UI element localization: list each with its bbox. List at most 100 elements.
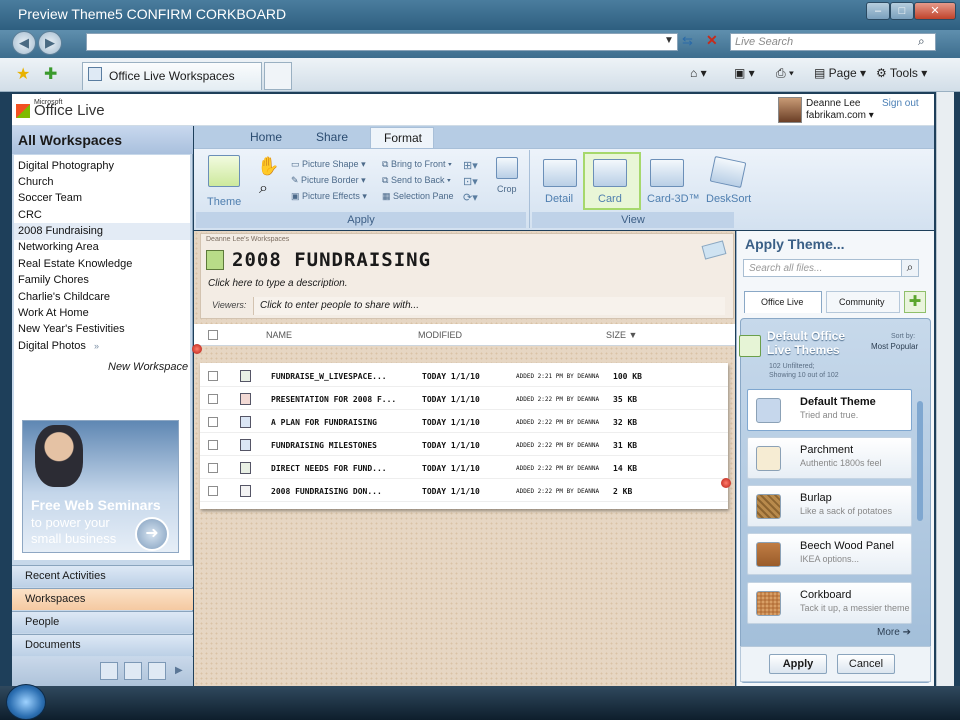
send-to-back-button[interactable]: ⧉ Send to Back ▾ [382,175,451,186]
workspace-item[interactable]: Real Estate Knowledge [18,258,132,270]
align-icon[interactable]: ⊞▾ [463,159,478,172]
theme-item[interactable]: Burlap Like a sack of potatoes [747,485,912,527]
file-name[interactable]: FUNDRAISING MILESTONES [271,441,377,450]
picture-border-button[interactable]: ✎ Picture Border ▾ [291,175,366,186]
column-name[interactable]: NAME [266,330,292,340]
close-window-button[interactable]: ✕ [914,2,956,20]
workspace-item[interactable]: Networking Area [18,241,99,253]
workspace-item[interactable]: Work At Home [18,307,89,319]
zoom-icon[interactable]: ⌕ [259,180,268,198]
file-checkbox[interactable] [208,371,218,381]
tools-menu[interactable]: ⚙ Tools ▾ [876,66,927,80]
theme-item[interactable]: Beech Wood Panel IKEA options... [747,533,912,575]
picture-shape-button[interactable]: ▭ Picture Shape ▾ [291,159,366,170]
address-dropdown-icon[interactable]: ▼ [664,35,674,46]
card-view-label[interactable]: Card [598,193,622,205]
home-icon[interactable]: ⌂ ▾ [690,66,707,80]
theme-search-input[interactable]: Search all files... [743,259,903,277]
nav-people[interactable]: People [12,611,193,633]
tab-office-live[interactable]: Office Live [744,291,822,313]
sort-value[interactable]: Most Popular [871,342,918,351]
back-icon[interactable]: ◀ [12,31,36,55]
breadcrumb[interactable]: Deanne Lee's Workspaces [206,236,289,243]
file-name[interactable]: A PLAN FOR FUNDRAISING [271,418,377,427]
picture-effects-button[interactable]: ▣ Picture Effects ▾ [291,191,367,202]
file-checkbox[interactable] [208,440,218,450]
add-icon[interactable]: ✚ [904,291,926,313]
theme-icon[interactable] [208,155,240,187]
theme-item[interactable]: Corkboard Tack it up, a messier theme [747,582,912,624]
browser-tab-office-live[interactable]: Office Live Workspaces [82,62,262,90]
file-name[interactable]: 2008 FUNDRAISING DON... [271,487,382,496]
feeds-icon[interactable]: ▣ ▾ [734,66,755,80]
file-checkbox[interactable] [208,486,218,496]
detail-view-label[interactable]: Detail [545,193,573,205]
bring-to-front-button[interactable]: ⧉ Bring to Front ▾ [382,159,452,170]
group-icon[interactable]: ⊡▾ [463,175,478,188]
tab-share[interactable]: Share [316,130,348,144]
sidebar-view-button[interactable] [100,662,118,680]
hand-icon[interactable]: ✋ [257,156,279,177]
stop-icon[interactable]: ✕ [706,32,718,49]
viewers-input[interactable]: Click to enter people to share with... [253,297,725,315]
selection-pane-button[interactable]: ▦ Selection Pane [382,191,454,202]
card-3d-view-label[interactable]: Card-3D™ [647,193,700,205]
detail-view-icon[interactable] [543,159,577,187]
chevron-right-icon[interactable]: ▶ [175,665,183,676]
tab-community[interactable]: Community [826,291,900,313]
file-name[interactable]: FUNDRAISE_W_LIVESPACE... [271,372,387,381]
new-tab-button[interactable] [264,62,292,90]
workspace-title[interactable]: 2008 FUNDRAISING [232,249,431,271]
workspace-item[interactable]: Digital Photos [18,340,86,352]
file-checkbox[interactable] [208,463,218,473]
workspace-item-selected[interactable]: 2008 Fundraising [18,225,103,237]
crop-label[interactable]: Crop [497,184,517,194]
file-row[interactable]: FUNDRAISE_W_LIVESPACE... TODAY 1/1/10 AD… [200,364,728,387]
workspace-item[interactable]: Church [18,176,53,188]
nav-recent-activities[interactable]: Recent Activities [12,565,193,587]
search-icon[interactable]: ⌕ [901,259,919,277]
rotate-icon[interactable]: ⟳▾ [463,191,478,204]
refresh-icon[interactable]: ⇆ [682,33,693,49]
avatar[interactable] [778,97,802,123]
workspace-item[interactable]: Charlie's Childcare [18,291,110,303]
select-all-checkbox[interactable] [208,330,218,340]
sidebar-view-button[interactable] [148,662,166,680]
file-row[interactable]: DIRECT NEEDS FOR FUND... TODAY 1/1/10 AD… [200,456,728,479]
workspace-item[interactable]: New Year's Festivities [18,323,125,335]
tab-format[interactable]: Format [384,131,422,145]
maximize-button[interactable]: □ [890,2,914,20]
file-checkbox[interactable] [208,417,218,427]
print-icon[interactable]: ⎙ ▾ [776,66,794,81]
workspace-item[interactable]: Soccer Team [18,192,82,204]
column-modified[interactable]: MODIFIED [418,330,462,340]
nav-documents[interactable]: Documents [12,634,193,656]
file-checkbox[interactable] [208,394,218,404]
forward-icon[interactable]: ▶ [38,31,62,55]
more-link[interactable]: More ➔ [877,627,911,638]
file-name[interactable]: PRESENTATION FOR 2008 F... [271,395,396,404]
theme-scrollbar[interactable] [917,401,923,521]
tab-home[interactable]: Home [250,130,282,144]
search-icon[interactable]: ⌕ [918,34,925,49]
sign-out-link[interactable]: Sign out [882,98,919,109]
office-live-logo[interactable]: Microsoft Office Live [16,99,105,119]
cancel-button[interactable]: Cancel [837,654,895,674]
file-row[interactable]: 2008 FUNDRAISING DON... TODAY 1/1/10 ADD… [200,479,728,502]
theme-button-label[interactable]: Theme [207,196,241,208]
file-name[interactable]: DIRECT NEEDS FOR FUND... [271,464,387,473]
address-bar[interactable] [86,33,678,51]
sidebar-view-button[interactable] [124,662,142,680]
web-seminars-ad[interactable]: Free Web Seminars to power your small bu… [22,420,179,553]
expand-icon[interactable]: » [94,341,99,351]
workspace-description[interactable]: Click here to type a description. [208,278,348,289]
file-row[interactable]: FUNDRAISING MILESTONES TODAY 1/1/10 ADDE… [200,433,728,456]
start-button[interactable] [6,684,46,720]
workspace-item[interactable]: Digital Photography [18,160,114,172]
nav-workspaces[interactable]: Workspaces [12,588,193,610]
file-row[interactable]: A PLAN FOR FUNDRAISING TODAY 1/1/10 ADDE… [200,410,728,433]
workspace-item[interactable]: Family Chores [18,274,89,286]
minimize-button[interactable]: – [866,2,890,20]
column-size[interactable]: SIZE ▼ [606,330,637,340]
new-workspace-link[interactable]: New Workspace [108,361,188,373]
